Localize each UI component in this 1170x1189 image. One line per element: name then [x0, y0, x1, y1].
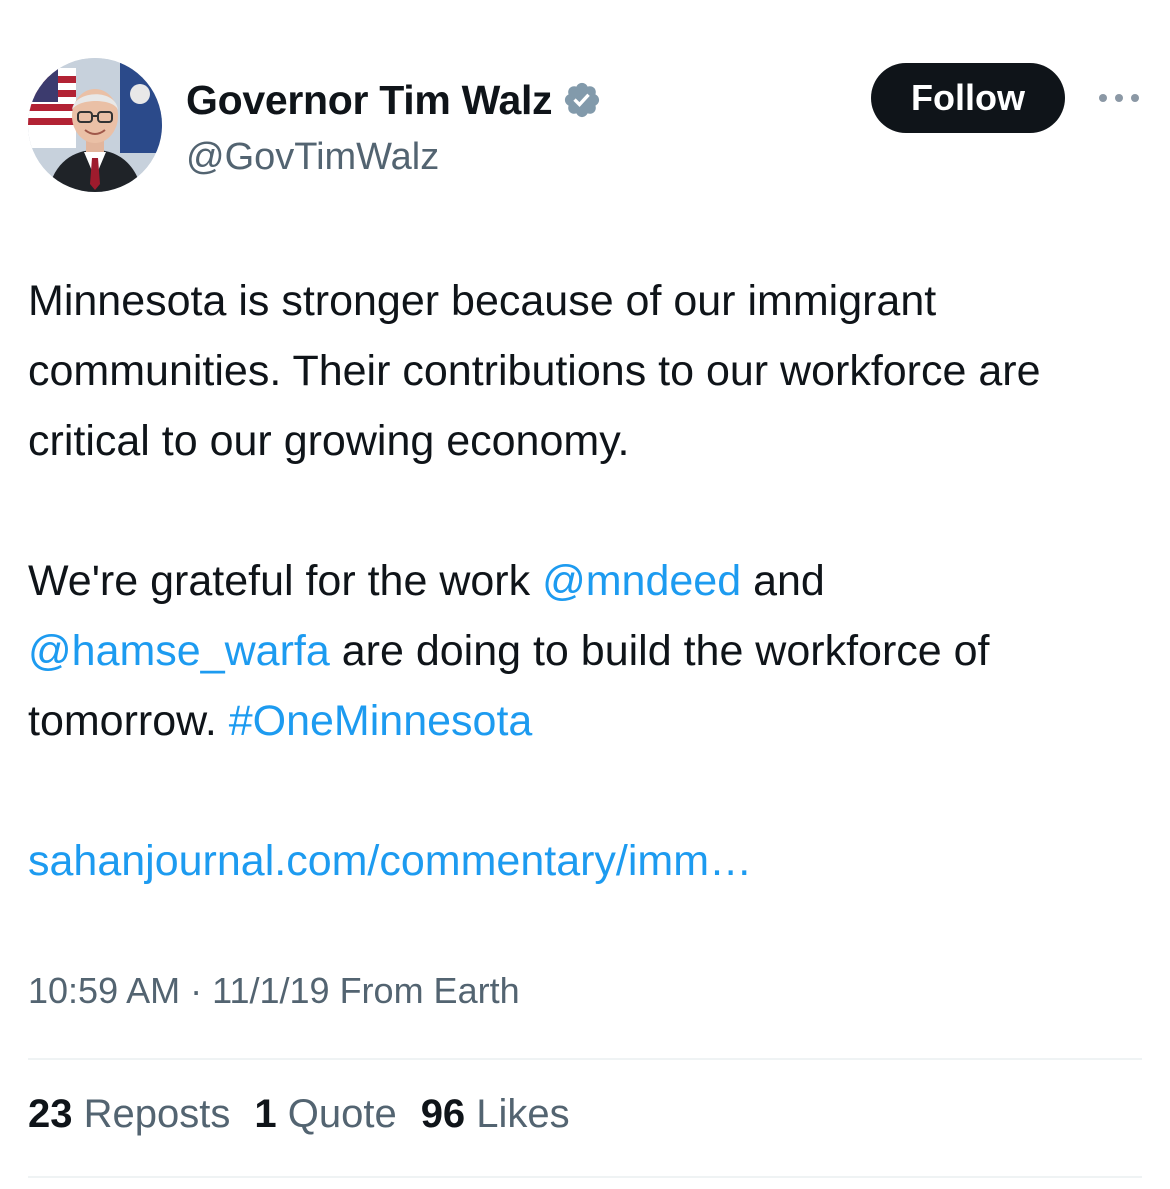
verified-badge-icon	[562, 80, 602, 120]
tweet-source: From Earth	[329, 970, 520, 1011]
quotes-count: 1	[254, 1092, 277, 1136]
tweet-text-segment: and	[741, 557, 825, 605]
tweet-paragraph-2: We're grateful for the work @mndeed and …	[28, 546, 1138, 756]
reposts-stat[interactable]: 23 Reposts	[28, 1092, 230, 1137]
article-url-link[interactable]: sahanjournal.com/commentary/imm…	[28, 837, 752, 885]
engagement-stats: 23 Reposts 1 Quote 96 Likes	[28, 1092, 594, 1137]
author-name-row[interactable]: Governor Tim Walz	[186, 74, 602, 126]
tweet-paragraph-1: Minnesota is stronger because of our imm…	[28, 277, 1041, 465]
likes-count: 96	[420, 1092, 466, 1136]
tweet-time[interactable]: 10:59 AM	[28, 970, 180, 1011]
divider	[28, 1176, 1142, 1178]
tweet-date[interactable]: 11/1/19	[212, 970, 329, 1011]
mention-link-mndeed[interactable]: @mndeed	[542, 557, 741, 605]
avatar-image	[28, 58, 162, 192]
reposts-label: Reposts	[72, 1092, 231, 1136]
avatar[interactable]	[28, 58, 162, 192]
divider	[28, 1058, 1142, 1060]
likes-label: Likes	[465, 1092, 570, 1136]
author-display-name[interactable]: Governor Tim Walz	[186, 77, 553, 124]
author-handle[interactable]: @GovTimWalz	[186, 136, 439, 179]
quotes-label: Quote	[276, 1092, 397, 1136]
meta-separator: ·	[180, 970, 213, 1011]
tweet-metadata: 10:59 AM · 11/1/19 From Earth	[28, 970, 520, 1012]
more-options-icon[interactable]	[1094, 80, 1144, 116]
tweet-text-segment: We're grateful for the work	[28, 557, 543, 605]
tweet-body: Minnesota is stronger because of our imm…	[28, 266, 1138, 896]
mention-link-hamse-warfa[interactable]: @hamse_warfa	[28, 627, 330, 675]
hashtag-link[interactable]: #OneMinnesota	[229, 697, 533, 745]
tweet-header: Governor Tim Walz @GovTimWalz Follow	[28, 58, 1142, 198]
quotes-stat[interactable]: 1 Quote	[254, 1092, 396, 1137]
follow-button[interactable]: Follow	[871, 63, 1065, 133]
likes-stat[interactable]: 96 Likes	[421, 1092, 570, 1137]
reposts-count: 23	[28, 1092, 73, 1136]
